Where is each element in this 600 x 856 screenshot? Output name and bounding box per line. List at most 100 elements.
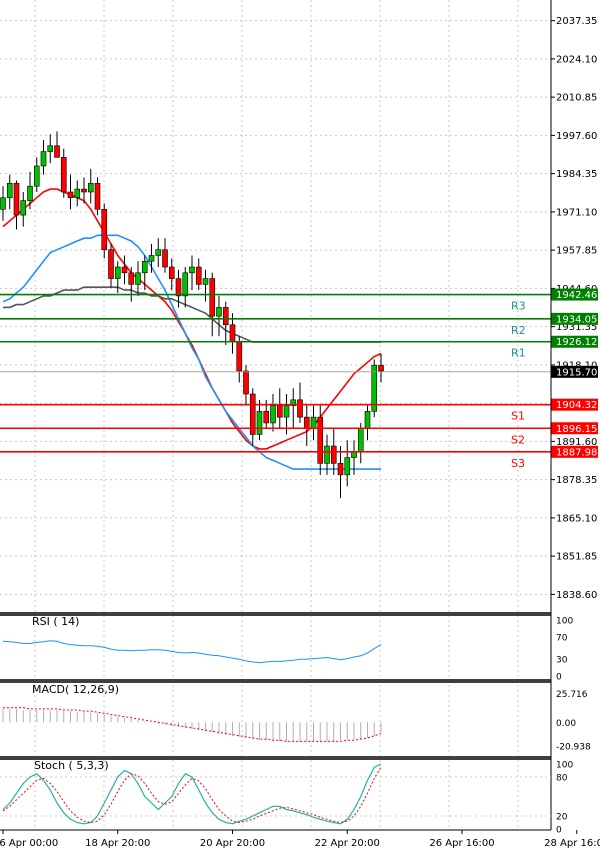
candle-body [344,457,351,476]
price-tick-label: 1997.60 [556,131,597,142]
stoch-tick-label: 20 [556,813,568,823]
candle-body [270,405,276,424]
macd-title: MACD( 12,26,9) [32,683,119,696]
stoch-k-line [2,763,382,825]
time-label: 26 Apr 16:00 [429,838,494,849]
candle-body [128,272,135,285]
candle-body [101,208,108,251]
candle-body [189,266,195,274]
candle-body [148,255,155,262]
price-tick-label: 1851.85 [556,552,597,563]
time-label: 20 Apr 20:00 [200,838,265,849]
candle-body [155,249,162,256]
price-tick-label: 1984.35 [556,169,597,180]
candle-body [47,145,54,152]
level-name-s2: S2 [511,433,525,446]
macd-tick-label: 0.00 [556,719,576,729]
chart-svg: 2037.35 2024.10 2010.85 1997.60 1984.35 1971.… [0,0,600,849]
level-name-s1: S1 [511,410,525,423]
candle-body [297,399,303,418]
candle-body [310,416,317,429]
level-price-label: 1887.98 [556,447,597,458]
candle-body [0,197,6,210]
candle-body [94,183,101,210]
level-price-label: 1896.15 [556,424,597,435]
price-tick-label: 1865.10 [556,513,597,524]
level-name-r1: R1 [511,347,526,360]
candle-body [20,200,27,216]
candle-body [182,272,189,297]
candle-body [135,272,141,285]
candle-body [303,416,310,429]
candle-body [283,405,290,418]
candle-body [27,185,33,201]
price-tick-label: 2010.85 [556,93,597,104]
rsi-tick-label: 0 [556,673,562,683]
candle-body [222,307,229,326]
rsi-tick-label: 30 [556,656,568,666]
stoch-title: Stoch ( 5,3,3) [34,759,109,772]
candle-body [337,463,344,476]
candle-body [60,157,67,193]
candle-body [108,249,114,279]
moving-average-line-3 [3,286,381,343]
candle-body [195,266,202,285]
candle-body [141,260,148,274]
level-price-label: 1904.32 [556,400,597,411]
candle-body [256,411,263,435]
price-tick-label: 1971.10 [556,207,597,218]
macd-tick-label: -20.938 [556,742,591,752]
candle-body [13,183,20,216]
rsi-tick-label: 70 [556,633,568,643]
candle-body [216,307,222,317]
candle-body [33,165,40,187]
rsi-title: RSI ( 14) [32,615,79,628]
level-name-r2: R2 [511,324,526,337]
level-name-s3: S3 [511,457,525,470]
current-price-label: 1915.70 [556,367,597,378]
price-tick-label: 1957.85 [556,246,597,257]
candle-body [209,278,216,317]
candle-body [351,451,357,458]
candle-body [202,278,209,285]
candle-body [236,341,243,372]
candle-body [81,188,87,193]
level-name-r3: R3 [511,300,526,313]
candle-body [114,266,121,279]
candle-body [317,416,324,464]
rsi-line [2,640,382,664]
stoch-tick-label: 80 [556,774,568,784]
price-tick-label: 2024.10 [556,54,597,65]
candle-body [276,405,283,418]
candle-body [168,266,175,279]
candle-body [243,370,249,395]
candle-body [364,411,371,429]
price-tick-label: 1838.60 [556,590,597,601]
level-price-label: 1934.05 [556,314,597,325]
candle-body [121,266,128,274]
candle-body [378,364,384,372]
candle-body [87,183,94,193]
candle-body [175,278,182,297]
candle-body [357,428,364,453]
candle-body [74,188,81,199]
price-tick-label: 2037.35 [556,16,597,27]
time-label: 22 Apr 20:00 [315,838,380,849]
candle-body [330,445,337,464]
candle-body [324,445,330,464]
stoch-tick-label: 100 [556,761,573,771]
chart-root: 2037.35 2024.10 2010.85 1997.60 1984.35 1971.… [0,0,600,852]
candle-body [162,249,168,268]
candle-body [263,411,270,424]
candle-body [67,191,74,199]
candle-body [54,145,60,158]
time-label: 16 Apr 00:00 [0,838,58,849]
candle-body [40,151,47,167]
time-label: 28 Apr 16:00 [544,838,600,849]
stoch-tick-label: 0 [556,826,562,836]
pane-separator [0,612,551,616]
candle-body [229,324,236,343]
macd-tick-label: 25.716 [556,690,588,700]
time-label: 18 Apr 20:00 [85,838,150,849]
price-tick-label: 1878.35 [556,475,597,486]
